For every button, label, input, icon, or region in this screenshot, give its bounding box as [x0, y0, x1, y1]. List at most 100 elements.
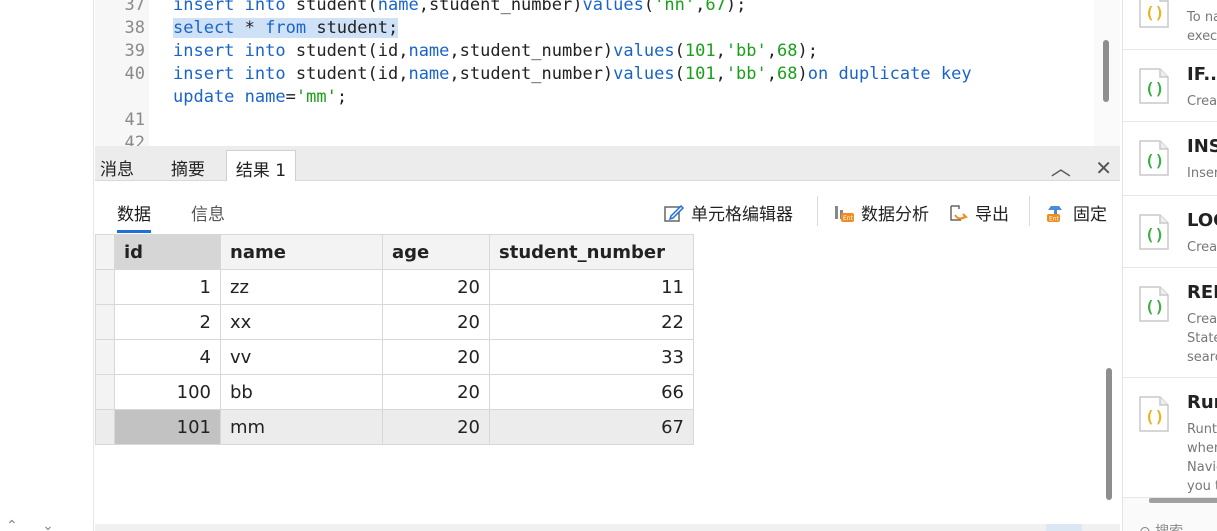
code-line-39: insert into student(id,name,student_numb… — [173, 41, 818, 61]
row-header[interactable] — [95, 409, 115, 445]
table-row[interactable]: 1 zz 20 11 — [95, 269, 694, 305]
cell-editor-button[interactable]: 单元格编辑器 — [663, 200, 793, 225]
cell-name[interactable]: bb — [220, 374, 383, 410]
cell-student-number[interactable]: 67 — [489, 409, 694, 445]
snippet-item[interactable]: () To na execu — [1123, 0, 1217, 50]
data-analysis-icon: Ent — [835, 205, 854, 222]
editor-scroll-thumb[interactable] — [1103, 40, 1109, 102]
svg-text:Ent: Ent — [1049, 215, 1060, 222]
column-header-name[interactable]: name — [220, 234, 383, 270]
snippet-icon: () — [1139, 286, 1169, 322]
collapse-icon[interactable]: ︿ — [1051, 152, 1071, 181]
snippet-item[interactable]: () LOC Creat — [1123, 196, 1217, 268]
cell-editor-label: 单元格编辑器 — [691, 205, 793, 225]
editor-scrollbar[interactable] — [1094, 0, 1120, 146]
cell-student-number[interactable]: 11 — [489, 269, 694, 305]
snippet-search[interactable]: ⊙ 搜索 — [1139, 521, 1183, 531]
tab-result-1[interactable]: 结果 1 — [226, 150, 296, 181]
cell-name[interactable]: mm — [220, 409, 383, 445]
pin-icon: Ent — [1047, 205, 1062, 222]
export-button[interactable]: 导出 — [947, 200, 1009, 225]
cell-name[interactable]: xx — [220, 304, 383, 340]
column-header-student-number[interactable]: student_number — [489, 234, 694, 270]
pin-label: 固定 — [1073, 205, 1107, 225]
svg-text:(): () — [1145, 3, 1164, 22]
result-tabs-bar: 消息 摘要 结果 1 ︿ ✕ — [95, 146, 1120, 181]
column-header-age[interactable]: age — [382, 234, 490, 270]
line-number: 37 — [124, 0, 145, 15]
line-number: 39 — [124, 41, 145, 61]
svg-text:(): () — [1145, 297, 1164, 316]
snippet-description: Creat State searc — [1187, 312, 1217, 365]
snippet-item[interactable]: () REF Creat State searc — [1123, 268, 1217, 378]
cell-age[interactable]: 20 — [382, 339, 490, 375]
snippet-description: Runti when Navic you t — [1187, 422, 1217, 494]
cell-id[interactable]: 100 — [114, 374, 221, 410]
cell-age[interactable]: 20 — [382, 304, 490, 340]
cell-id[interactable]: 2 — [114, 304, 221, 340]
result-scrollbar[interactable] — [1102, 368, 1116, 500]
snippet-item[interactable]: () INS Inser — [1123, 122, 1217, 196]
cell-name[interactable]: vv — [220, 339, 383, 375]
line-number: 40 — [124, 64, 145, 84]
cell-id[interactable]: 4 — [114, 339, 221, 375]
result-table: id name age student_number 1 zz 20 11 2 xx 20 2… — [95, 234, 694, 445]
row-header[interactable] — [95, 339, 115, 375]
close-icon[interactable]: ✕ — [1095, 156, 1112, 180]
row-header[interactable] — [95, 304, 115, 340]
cell-id[interactable]: 101 — [114, 409, 221, 445]
cell-age[interactable]: 20 — [382, 269, 490, 305]
snippet-icon: () — [1139, 0, 1169, 28]
snippets-scrollbar[interactable] — [1149, 498, 1217, 503]
toolbar-divider — [817, 196, 818, 226]
data-analysis-button[interactable]: Ent 数据分析 — [833, 200, 929, 225]
snippet-item[interactable]: () IF... Creat — [1123, 50, 1217, 122]
table-row[interactable]: 4 vv 20 33 — [95, 339, 694, 375]
snippet-description: Creat — [1187, 94, 1217, 109]
row-header-corner — [95, 234, 115, 270]
snippet-icon: () — [1139, 396, 1169, 432]
left-strip: ⌃ ⌄ — [0, 0, 94, 531]
code-line-38: select * from student; — [173, 18, 399, 38]
cell-student-number[interactable]: 66 — [489, 374, 694, 410]
snippet-icon: () — [1139, 140, 1169, 176]
cell-age[interactable]: 20 — [382, 374, 490, 410]
snippets-panel: () To na execu () IF... Creat () INS Inser () LOC… — [1122, 0, 1217, 531]
line-number: 38 — [124, 18, 145, 38]
svg-text:(): () — [1145, 79, 1164, 98]
result-grid: id name age student_number 1 zz 20 11 2 xx 20 2… — [95, 234, 694, 445]
tab-messages[interactable]: 消息 — [95, 150, 139, 181]
code-line-40-wrap: update name='mm'; — [173, 87, 348, 107]
subtab-info[interactable]: 信息 — [191, 200, 225, 225]
result-subtabs: 数据 信息 单元格编辑器 Ent 数据分析 导出 Ent 固定 — [95, 182, 1120, 234]
cell-name[interactable]: zz — [220, 269, 383, 305]
tab-summary[interactable]: 摘要 — [161, 150, 215, 181]
sql-editor[interactable]: 37 38 39 40 41 42 insert into student(na… — [95, 0, 1095, 146]
row-header[interactable] — [95, 374, 115, 410]
snippet-description: To na execu — [1187, 10, 1217, 44]
subtab-data[interactable]: 数据 — [117, 200, 151, 233]
snippet-title: Run — [1187, 392, 1217, 413]
status-bar-button[interactable] — [1046, 524, 1082, 531]
snippet-title: INS — [1187, 136, 1217, 157]
cell-student-number[interactable]: 33 — [489, 339, 694, 375]
result-scroll-thumb[interactable] — [1106, 368, 1112, 500]
column-header-id[interactable]: id — [114, 234, 221, 270]
svg-text:Ent: Ent — [843, 215, 854, 222]
snippet-icon: () — [1139, 68, 1169, 104]
line-number: 42 — [124, 133, 145, 146]
row-header[interactable] — [95, 269, 115, 305]
status-bar — [95, 524, 1120, 531]
snippet-description: Creat — [1187, 240, 1217, 255]
code-line-37: insert into student(name,student_number)… — [173, 0, 747, 15]
cell-age[interactable]: 20 — [382, 409, 490, 445]
cell-id[interactable]: 1 — [114, 269, 221, 305]
pin-button[interactable]: Ent 固定 — [1045, 200, 1107, 225]
snippet-item[interactable]: () Run Runti when Navic you t — [1123, 378, 1217, 498]
table-row[interactable]: 2 xx 20 22 — [95, 304, 694, 340]
table-row[interactable]: 101 mm 20 67 — [95, 409, 694, 445]
table-row[interactable]: 100 bb 20 66 — [95, 374, 694, 410]
left-bottom-controls[interactable]: ⌃ ⌄ — [6, 518, 64, 531]
cell-student-number[interactable]: 22 — [489, 304, 694, 340]
export-label: 导出 — [975, 205, 1009, 225]
